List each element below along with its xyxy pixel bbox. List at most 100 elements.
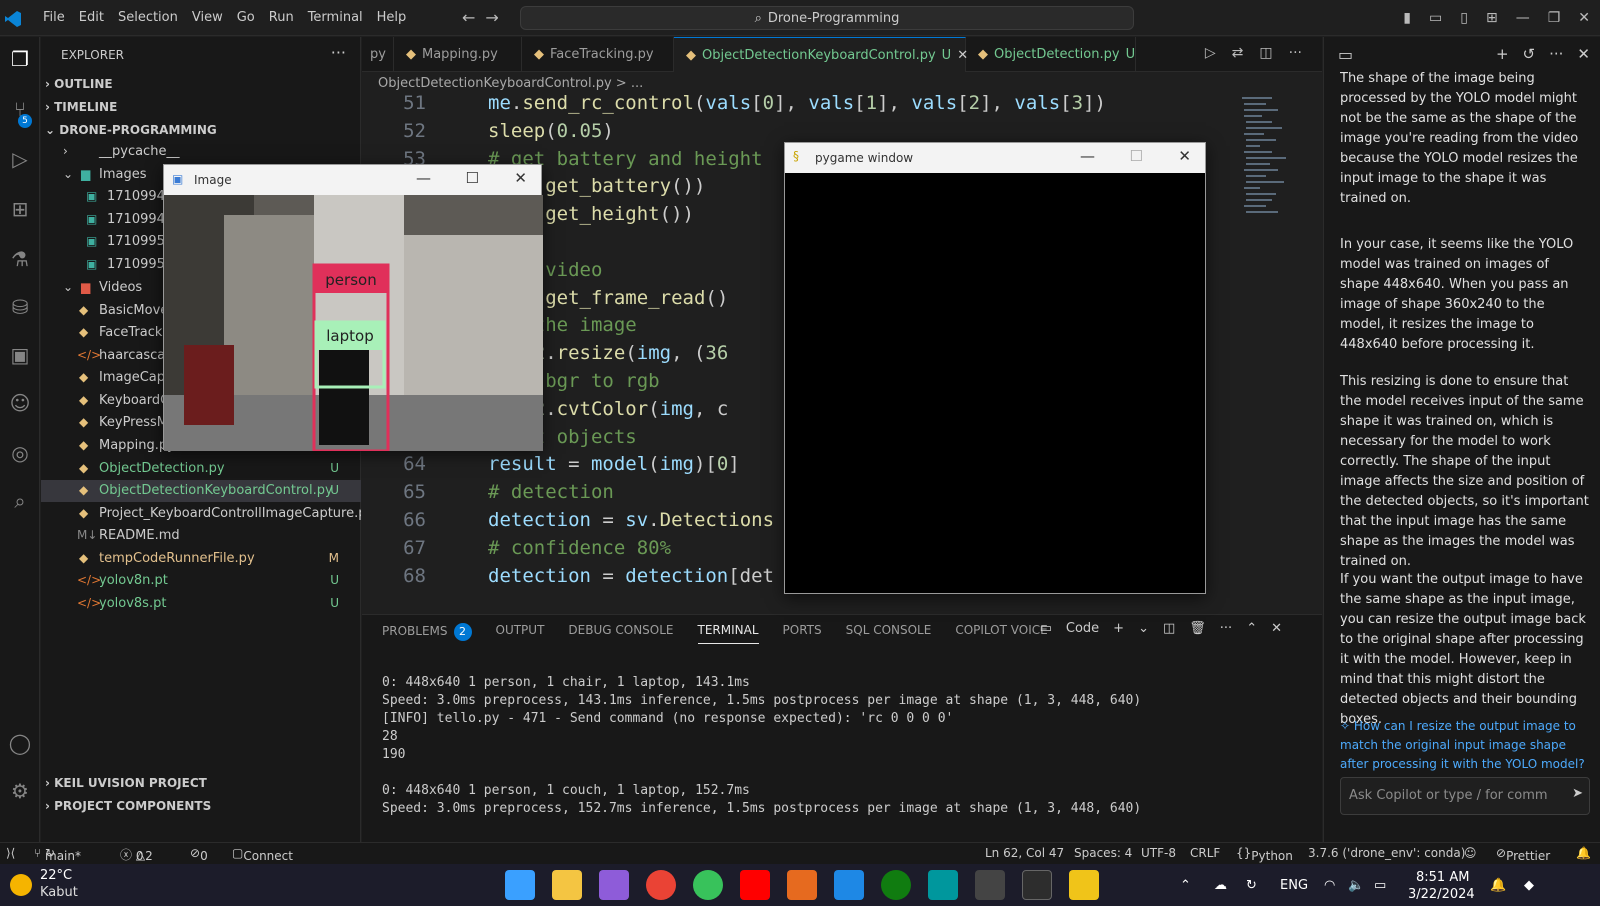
tab-file[interactable]: py [358,37,394,72]
branch-status[interactable]: ⑂ main* ↻ [34,846,81,863]
maximize-panel-icon[interactable]: ⌃ [1246,621,1257,636]
wifi-icon[interactable]: ◠ [1324,878,1335,893]
keil-section[interactable]: › KEIL UVISION PROJECT [45,776,207,790]
chevron-down-icon[interactable]: ⌄ [1138,621,1149,636]
close-icon[interactable]: ✕ [1577,45,1590,63]
tab-facetracking[interactable]: ◆ FaceTracking.py [522,37,674,72]
window-titlebar[interactable]: § pygame window — ☐ ✕ [785,143,1205,173]
menu-run[interactable]: Run [262,0,301,36]
close-icon[interactable]: ✕ [514,169,527,187]
project-section[interactable]: ⌄ DRONE-PROGRAMMING [45,123,217,137]
tree-file[interactable]: ◆ tempCodeRunnerFile.py M [41,548,361,570]
remote-explorer-icon[interactable]: ▣ [0,343,40,367]
split-editor-icon[interactable]: ◫ [1259,45,1272,61]
database-icon[interactable]: ⛁ [0,295,40,319]
pygame-taskbar-icon[interactable] [1069,870,1099,900]
more-icon[interactable]: ··· [1289,45,1302,61]
app-window-icon[interactable] [975,870,1005,900]
tab-problems[interactable]: PROBLEMS 2 [382,623,472,644]
close-panel-icon[interactable]: ✕ [1271,621,1282,636]
tab-objectdetectionkeyboardcontrol[interactable]: ◆ ObjectDetectionKeyboardControl.py U ✕ [674,37,968,72]
tab-copilot-voice[interactable]: COPILOT VOICE [955,623,1047,644]
tab-sql-console[interactable]: SQL CONSOLE [846,623,932,644]
new-terminal-icon[interactable]: + [1113,621,1124,636]
chat-icon[interactable]: ▭ [1338,45,1353,64]
new-chat-icon[interactable]: + [1496,45,1509,63]
trash-icon[interactable]: 🗑 [1189,621,1206,636]
chevron-up-icon[interactable]: ⌃ [1180,878,1191,893]
more-icon[interactable]: ··· [1549,45,1563,63]
chat-input[interactable]: Ask Copilot or type / for comm ➤ [1340,777,1590,815]
close-icon[interactable]: ✕ [1178,147,1191,165]
pygame-window[interactable]: § pygame window — ☐ ✕ [784,142,1206,594]
maximize-icon[interactable]: ☐ [466,169,479,187]
problems-status[interactable]: ⓧ 0 △ 2 [120,846,153,863]
terminal-label[interactable]: Code [1066,621,1099,636]
python-interpreter[interactable]: 3.7.6 ('drone_env': conda) [1308,846,1465,860]
tree-file-selected[interactable]: ◆ ObjectDetectionKeyboardControl.py U [41,480,361,502]
tab-terminal[interactable]: TERMINAL [697,623,759,644]
file-explorer-icon[interactable] [552,870,582,900]
account-icon[interactable]: ◯ [0,731,40,755]
cursor-position[interactable]: Ln 62, Col 47 [985,846,1064,860]
menu-selection[interactable]: Selection [111,0,185,36]
menu-view[interactable]: View [185,0,230,36]
menu-terminal[interactable]: Terminal [301,0,370,36]
connect-status[interactable]: ▢ Connect [232,846,293,863]
start-windows-icon[interactable] [505,870,535,900]
language-indicator[interactable]: ENG [1280,878,1308,893]
copilot-taskbar-icon[interactable]: ◆ [1524,878,1534,893]
tab-objectdetection[interactable]: ◆ ObjectDetection.py U [966,37,1136,72]
sync-icon[interactable]: ↻ [1246,878,1257,893]
indentation[interactable]: Spaces: 4 [1074,846,1132,860]
more-actions-icon[interactable]: ··· [331,43,346,62]
minimize-icon[interactable]: — [1080,147,1095,165]
forward-arrow-icon[interactable]: → [485,8,498,27]
prettier-status[interactable]: ⊘ Prettier [1496,846,1550,863]
close-icon[interactable]: ✕ [1578,10,1590,26]
split-terminal-icon[interactable]: ◫ [1163,621,1175,636]
toggle-secondary-sidebar-icon[interactable]: ▯ [1460,10,1468,26]
menu-go[interactable]: Go [230,0,262,36]
youtube-icon[interactable] [740,870,770,900]
tab-output[interactable]: OUTPUT [496,623,545,644]
tab-debug-console[interactable]: DEBUG CONSOLE [568,623,673,644]
compare-icon[interactable]: ⇄ [1232,45,1244,61]
tree-file[interactable]: M↓ README.md [41,525,361,547]
minimize-icon[interactable]: — [1516,10,1530,26]
breadcrumb[interactable]: ObjectDetectionKeyboardControl.py > ... [378,76,643,91]
toggle-sidebar-icon[interactable]: ▮ [1403,10,1411,26]
testing-icon[interactable]: ⚗ [0,247,40,271]
chrome-icon[interactable] [646,870,676,900]
restore-icon[interactable]: ❐ [1548,10,1561,26]
matlab-icon[interactable] [787,870,817,900]
settings-gear-icon[interactable]: ⚙ [0,779,40,803]
onedrive-icon[interactable]: ☁ [1214,878,1227,893]
menu-help[interactable]: Help [370,0,414,36]
more-icon[interactable]: ··· [1220,621,1232,636]
minimap[interactable] [1240,95,1300,225]
remote-icon[interactable]: ⟩⟨ [6,846,15,860]
volume-icon[interactable]: 🔈 [1348,878,1364,893]
outline-section[interactable]: › OUTLINE [45,77,113,91]
clock-time[interactable]: 8:51 AM [1416,870,1469,885]
back-arrow-icon[interactable]: ← [462,8,475,27]
tree-file[interactable]: </> yolov8s.pt U [41,593,361,615]
tab-ports[interactable]: PORTS [783,623,822,644]
run-icon[interactable]: ▷ [1205,45,1216,61]
ports-status[interactable]: ⊘ 0 [190,846,208,863]
copilot-icon[interactable]: ☺ [0,391,40,415]
extensions-icon[interactable]: ⊞ [0,197,40,221]
vscode-taskbar-icon[interactable] [834,870,864,900]
notification-icon[interactable]: 🔔 [1490,878,1506,893]
arduino-icon[interactable] [928,870,958,900]
line-ending[interactable]: CRLF [1190,846,1220,860]
pygame-canvas[interactable] [785,173,1205,593]
battery-icon[interactable]: ▭ [1374,878,1386,893]
menu-file[interactable]: File [36,0,72,36]
command-center-search[interactable]: ⌕ Drone-Programming [520,6,1134,30]
clock-date[interactable]: 3/22/2024 [1408,887,1475,902]
copilot-status-icon[interactable]: ☺ [1464,846,1477,860]
toggle-panel-icon[interactable]: ▭ [1429,10,1442,26]
tree-file[interactable]: </> yolov8n.pt U [41,570,361,592]
